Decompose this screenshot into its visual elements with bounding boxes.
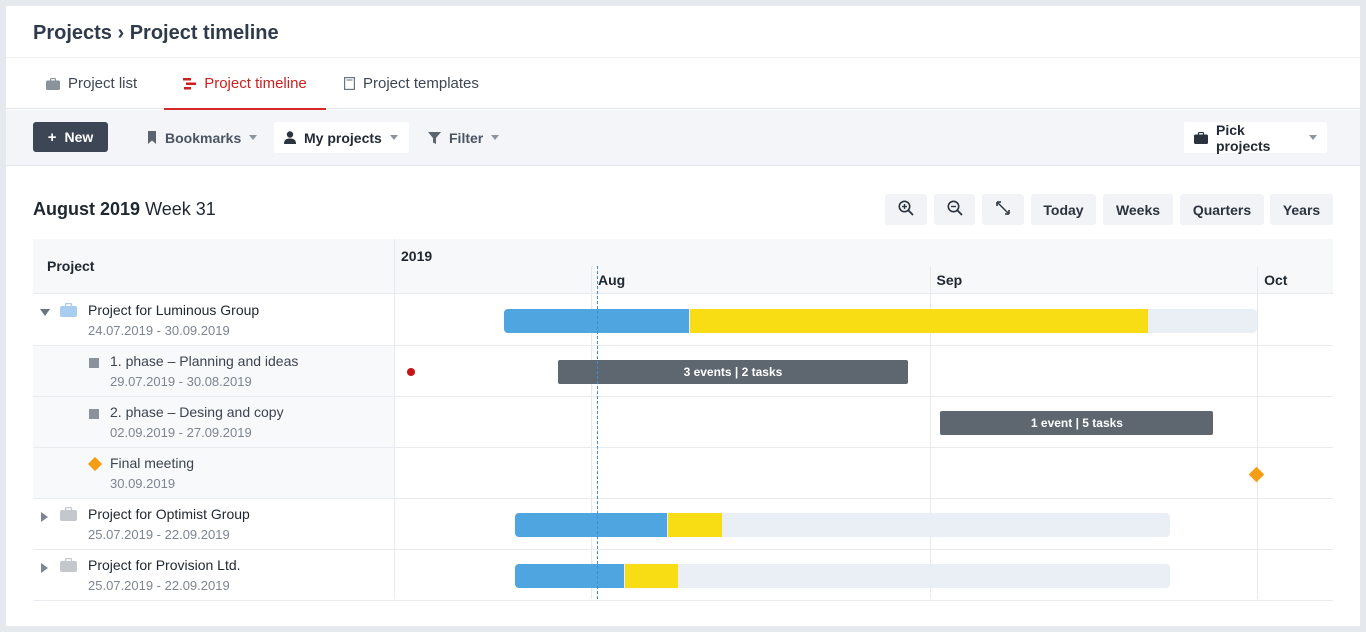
pick-projects-label: Pick projects — [1216, 121, 1271, 154]
tab-project-list[interactable]: Project list — [46, 58, 137, 109]
briefcase-icon — [1194, 131, 1208, 144]
briefcase-icon — [46, 77, 60, 90]
tab-label: Project templates — [363, 75, 479, 92]
expand-icon[interactable] — [41, 563, 48, 573]
period-month-year: August 2019 — [33, 199, 141, 219]
bookmarks-dropdown[interactable]: Bookmarks — [137, 122, 267, 153]
bar-in-progress — [668, 513, 723, 537]
years-button[interactable]: Years — [1270, 194, 1333, 225]
row-name[interactable]: Project for Provision Ltd. — [88, 557, 241, 573]
row-label-cell: Final meeting 30.09.2019 — [33, 448, 394, 498]
new-label: New — [64, 129, 94, 145]
page-title: Projects › Project timeline — [33, 22, 279, 44]
collapse-icon[interactable] — [40, 309, 50, 316]
phase-bar[interactable]: 3 events | 2 tasks — [558, 360, 908, 384]
filter-label: Filter — [449, 129, 484, 146]
plus-icon: + — [47, 128, 57, 146]
year-label: 2019 — [401, 248, 433, 264]
row-dates: 02.09.2019 - 27.09.2019 — [110, 425, 252, 440]
row-label-cell: Project for Luminous Group 24.07.2019 - 3… — [33, 295, 394, 345]
row-dates: 30.09.2019 — [110, 476, 176, 491]
bookmark-icon — [147, 131, 157, 144]
row-label-cell: 1. phase – Planning and ideas 29.07.2019 … — [33, 346, 394, 396]
phase-icon — [89, 358, 99, 368]
row-name[interactable]: Final meeting — [110, 455, 194, 471]
template-icon — [344, 77, 355, 90]
zoom-in-button[interactable] — [885, 194, 927, 225]
fit-view-button[interactable] — [982, 194, 1024, 225]
month-label: Aug — [598, 272, 626, 288]
phase-bar[interactable]: 1 event | 5 tasks — [940, 411, 1214, 435]
row-dates: 25.07.2019 - 22.09.2019 — [88, 527, 230, 542]
weeks-button[interactable]: Weeks — [1103, 194, 1173, 225]
row-dates: 24.07.2019 - 30.09.2019 — [88, 323, 230, 338]
timeline-grid: Project 2019 Aug Sep Oct Project for Lumin… — [33, 239, 1333, 601]
row-name[interactable]: Project for Optimist Group — [88, 506, 250, 522]
today-button[interactable]: Today — [1031, 194, 1096, 225]
bar-in-progress — [624, 564, 679, 588]
bookmarks-label: Bookmarks — [165, 129, 242, 146]
milestone-row[interactable]: Final meeting 30.09.2019 — [33, 448, 1333, 499]
filter-dropdown[interactable]: Filter — [418, 122, 509, 153]
timeline-icon — [183, 77, 197, 90]
chevron-down-icon — [249, 135, 258, 140]
phase-icon — [89, 409, 99, 419]
bar-done — [514, 513, 668, 537]
project-bar[interactable] — [514, 513, 1170, 537]
row-name[interactable]: 1. phase – Planning and ideas — [110, 353, 298, 369]
tab-bar: Project list Project timeline Project te… — [6, 57, 1360, 110]
today-marker — [596, 266, 598, 599]
current-period: August 2019 Week 31 — [33, 199, 216, 220]
bar-done — [514, 564, 624, 588]
quarters-button[interactable]: Quarters — [1180, 194, 1264, 225]
row-dates: 25.07.2019 - 22.09.2019 — [88, 578, 230, 593]
zoom-in-icon — [898, 200, 914, 219]
row-name[interactable]: 2. phase – Desing and copy — [110, 404, 284, 420]
row-label-cell: Project for Optimist Group 25.07.2019 - 2… — [33, 499, 394, 549]
expand-icon — [996, 201, 1010, 218]
my-projects-dropdown[interactable]: My projects — [274, 122, 409, 153]
row-name[interactable]: Project for Luminous Group — [88, 302, 259, 318]
briefcase-icon — [60, 506, 77, 526]
project-bar[interactable] — [503, 309, 1258, 333]
project-bar[interactable] — [514, 564, 1170, 588]
chevron-down-icon — [491, 135, 500, 140]
milestone-icon — [87, 456, 103, 472]
chevron-down-icon — [1309, 135, 1317, 140]
pick-projects-dropdown[interactable]: Pick projects — [1184, 121, 1327, 154]
user-icon — [284, 131, 296, 144]
expand-icon[interactable] — [41, 512, 48, 522]
filter-icon — [428, 131, 441, 144]
period-week: Week 31 — [145, 199, 216, 219]
column-divider[interactable] — [394, 239, 395, 599]
new-button[interactable]: + New — [33, 122, 108, 152]
chevron-down-icon — [389, 135, 398, 140]
my-projects-label: My projects — [304, 129, 382, 146]
tab-label: Project list — [68, 75, 138, 92]
project-column-header: Project — [33, 239, 394, 294]
tab-project-timeline[interactable]: Project timeline — [164, 58, 326, 110]
tab-label: Project timeline — [204, 75, 307, 92]
briefcase-icon — [60, 557, 77, 577]
tab-project-templates[interactable]: Project templates — [344, 58, 479, 109]
bar-in-progress — [690, 309, 1148, 333]
row-label-cell: 2. phase – Desing and copy 02.09.2019 - 2… — [33, 397, 394, 447]
zoom-out-button[interactable] — [934, 194, 975, 225]
zoom-out-icon — [947, 200, 963, 219]
row-label-cell: Project for Provision Ltd. 25.07.2019 - 2… — [33, 550, 394, 600]
briefcase-icon — [60, 302, 77, 322]
month-label: Sep — [936, 272, 963, 288]
timeline-header: 2019 Aug Sep Oct — [394, 239, 1333, 294]
month-label: Oct — [1264, 272, 1288, 288]
toolbar: + New Bookmarks My projects Filter Pick … — [6, 110, 1360, 166]
main-card: Projects › Project timeline Project list… — [6, 6, 1360, 626]
row-dates: 29.07.2019 - 30.08.2019 — [110, 374, 252, 389]
